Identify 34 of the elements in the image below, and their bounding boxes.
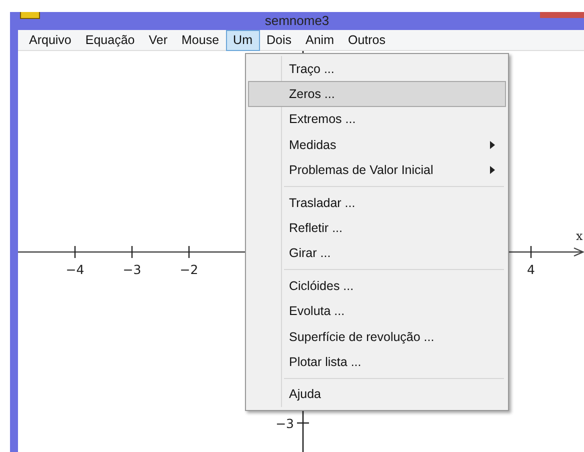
close-button[interactable] [540,12,584,18]
menu-item[interactable]: Ajuda [248,382,506,408]
menu-item[interactable]: Superfície de revolução ... [248,324,506,350]
menu-bar-item[interactable]: Anim [298,30,341,50]
window-title: semnome3 [264,12,330,30]
axis-label: x [576,229,583,243]
menu-item[interactable]: Medidas [248,132,506,158]
tick-mark [74,246,76,258]
menu-item[interactable]: Girar ... [248,240,506,266]
tick-mark [188,246,190,258]
menu-item[interactable]: Ciclóides ... [248,273,506,299]
menu-item[interactable]: Evoluta ... [248,298,506,324]
menu-item[interactable]: Extremos ... [248,106,506,132]
menu-item[interactable]: Refletir ... [248,215,506,241]
menu-bar-item[interactable]: Arquivo [22,30,78,50]
tick-label: −2 [180,262,198,277]
menu-item[interactable]: Traço ... [248,56,506,82]
menu-item[interactable]: Zeros ... [248,81,506,107]
app-icon [20,12,40,19]
tick-mark [131,246,133,258]
menu-item[interactable]: Trasladar ... [248,190,506,216]
tick-label: −3 [122,262,142,277]
menu-bar-item[interactable]: Ver [142,30,175,50]
tick-label: −4 [66,262,84,277]
tick-mark [530,246,532,258]
menu-bar-item[interactable]: Outros [341,30,393,50]
menu-bar-item[interactable]: Dois [260,30,299,50]
menu-item[interactable]: Plotar lista ... [248,349,506,375]
menu-bar-item[interactable]: Equação [78,30,142,50]
menu-bar-item[interactable]: Um [226,30,260,50]
tick-label: 4 [527,262,535,277]
menu-item[interactable]: Problemas de Valor Inicial [248,158,506,183]
menu-bar-item[interactable]: Mouse [174,30,226,50]
tick-label: −3 [276,416,294,431]
